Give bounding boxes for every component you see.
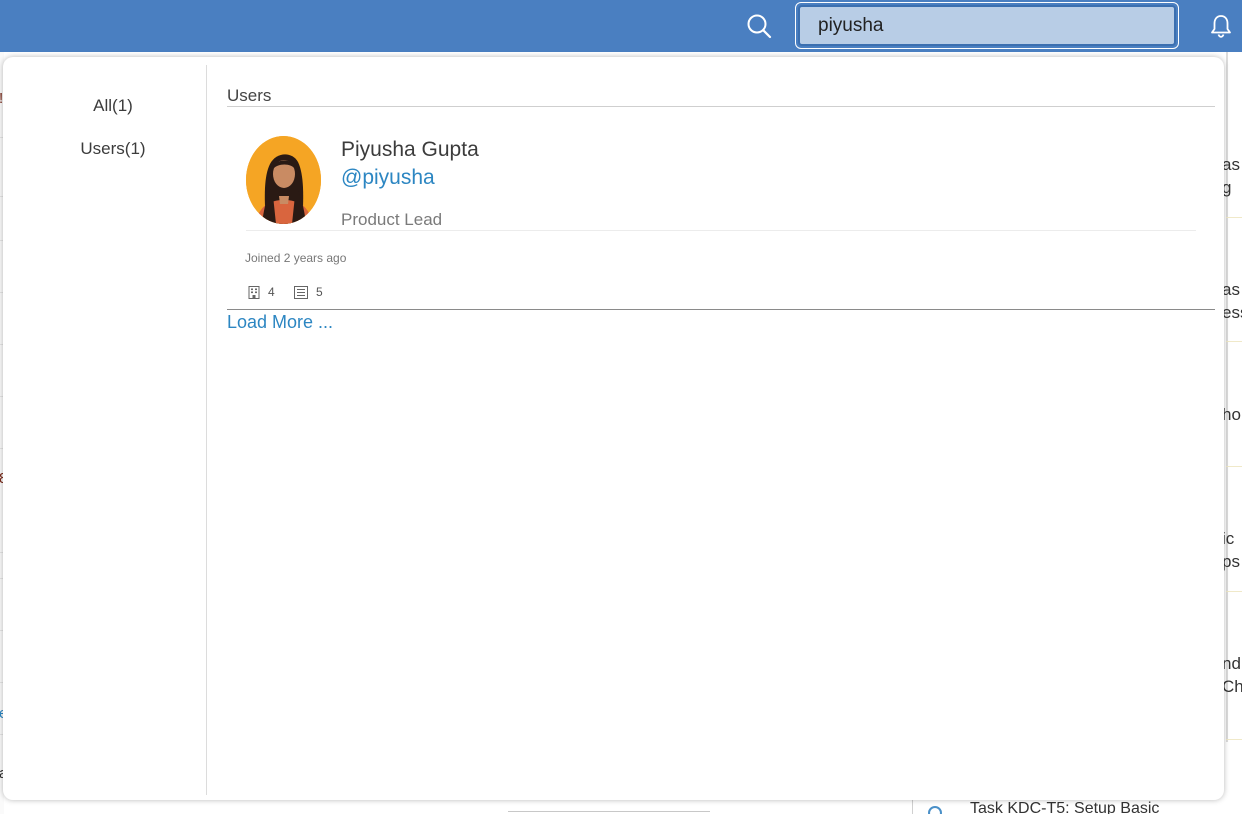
- results-divider: [227, 309, 1215, 310]
- background-divider: [1226, 217, 1242, 218]
- result-filter-list: All(1) Users(1): [3, 65, 207, 795]
- background-task-title[interactable]: Task KDC-T5: Setup Basic: [970, 800, 1159, 814]
- top-bar: [0, 0, 1242, 52]
- document-list-icon: [294, 285, 308, 299]
- bell-icon[interactable]: [1207, 12, 1235, 40]
- user-handle[interactable]: @piyusha: [341, 166, 435, 190]
- section-divider: [227, 106, 1215, 107]
- background-divider: [1226, 739, 1242, 740]
- background-text-fragment: as: [1222, 155, 1240, 174]
- background-text-fragment: Cha: [1222, 677, 1242, 696]
- search-input[interactable]: [798, 5, 1176, 46]
- load-more-link[interactable]: Load More ...: [227, 312, 333, 333]
- filter-all[interactable]: All(1): [3, 96, 223, 116]
- avatar[interactable]: [246, 136, 321, 224]
- search-box: [795, 2, 1179, 49]
- background-divider: [508, 811, 710, 812]
- background-text-fragment: as: [1222, 280, 1240, 299]
- background-divider: [1226, 341, 1242, 342]
- search-results-panel: All(1) Users(1) Users Piyusha Gupta @piy…: [3, 57, 1224, 800]
- background-text-fragment: nd: [1222, 654, 1241, 673]
- background-divider: [1226, 466, 1242, 467]
- user-name[interactable]: Piyusha Gupta: [341, 138, 479, 162]
- joined-date: Joined 2 years ago: [245, 251, 347, 265]
- background-text-fragment: ps: [1222, 552, 1240, 571]
- filter-users[interactable]: Users(1): [3, 139, 223, 159]
- background-divider: [1226, 591, 1242, 592]
- user-role: Product Lead: [341, 210, 443, 229]
- stat-documents: 5: [294, 285, 323, 299]
- stat-workspaces-value: 4: [268, 285, 275, 299]
- background-divider: [912, 800, 913, 814]
- card-divider: [246, 230, 1196, 231]
- section-title-users: Users: [227, 86, 272, 105]
- background-text-fragment: ho: [1222, 405, 1241, 424]
- stat-documents-value: 5: [316, 285, 323, 299]
- background-text-fragment: ess: [1222, 303, 1242, 322]
- task-status-icon: [928, 806, 942, 814]
- building-icon: [248, 285, 260, 299]
- stat-workspaces: 4: [248, 285, 275, 299]
- user-result-card[interactable]: Piyusha Gupta @piyusha Product Lead Join…: [245, 135, 1197, 309]
- search-icon[interactable]: [745, 12, 773, 40]
